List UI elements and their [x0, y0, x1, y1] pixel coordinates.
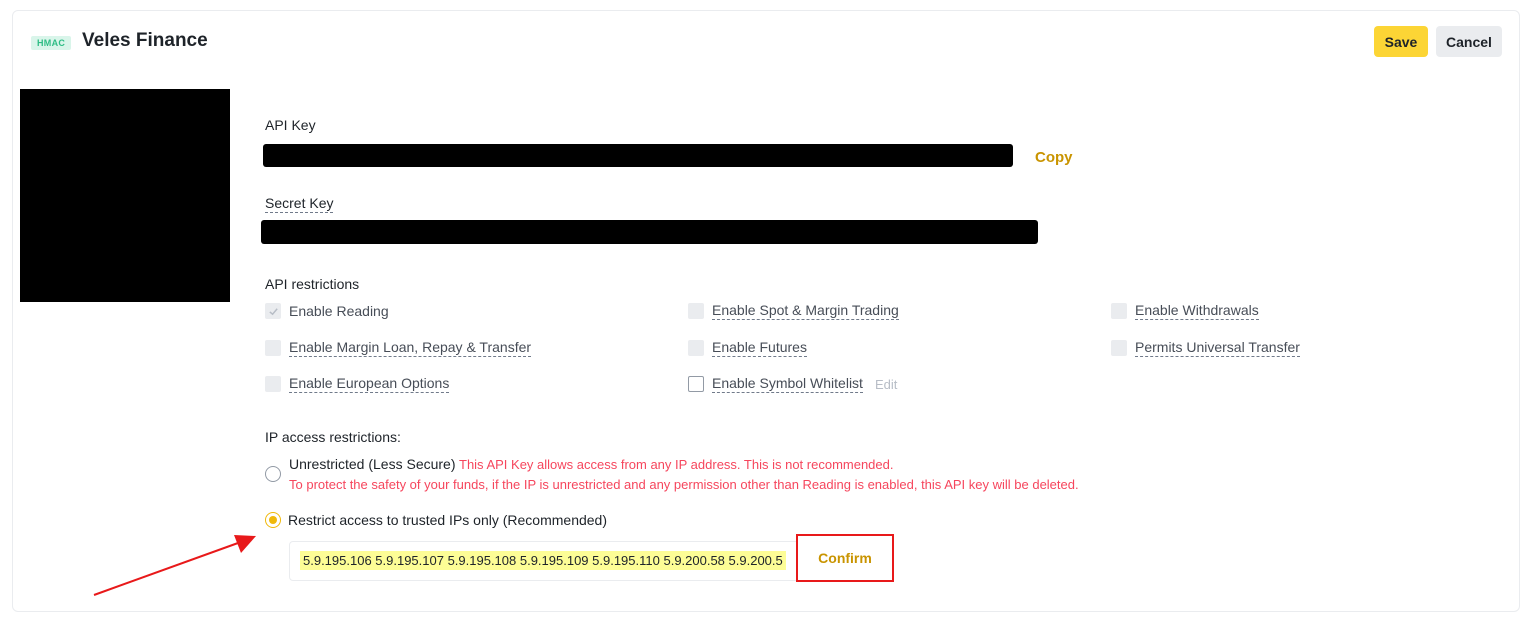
- confirm-ip-button[interactable]: Confirm: [796, 534, 894, 582]
- perm-enable-reading[interactable]: Enable Reading: [265, 301, 389, 321]
- checkbox[interactable]: [1111, 303, 1127, 319]
- perm-enable-futures[interactable]: Enable Futures: [688, 338, 807, 358]
- copy-api-key-button[interactable]: Copy: [1035, 149, 1073, 166]
- api-restrictions-title: API restrictions: [265, 276, 360, 292]
- perm-label: Enable Symbol Whitelist: [712, 375, 863, 393]
- perm-enable-spot-margin-trading[interactable]: Enable Spot & Margin Trading: [688, 301, 899, 321]
- perm-label: Enable European Options: [289, 375, 450, 393]
- api-key-title: Veles Finance: [82, 30, 208, 51]
- hmac-badge: HMAC: [31, 36, 72, 50]
- perm-enable-withdrawals[interactable]: Enable Withdrawals: [1111, 301, 1259, 321]
- checkbox[interactable]: [1111, 340, 1127, 356]
- secret-key-label: Secret Key: [265, 195, 334, 213]
- edit-whitelist-link[interactable]: Edit: [875, 377, 897, 392]
- unrestricted-warning: This API Key allows access from any IP a…: [459, 457, 894, 472]
- unrestricted-label[interactable]: Unrestricted (Less Secure): [289, 456, 456, 472]
- perm-label: Enable Reading: [289, 302, 389, 319]
- perm-enable-symbol-whitelist[interactable]: Enable Symbol Whitelist Edit: [688, 374, 897, 394]
- checkbox[interactable]: [688, 376, 704, 392]
- annotation-arrow-icon: [93, 535, 256, 596]
- perm-enable-european-options[interactable]: Enable European Options: [265, 374, 450, 394]
- perm-label: Enable Futures: [712, 339, 807, 357]
- api-key-value-redacted: [263, 144, 1013, 167]
- perm-enable-margin-loan[interactable]: Enable Margin Loan, Repay & Transfer: [265, 338, 532, 358]
- checkbox[interactable]: [265, 340, 281, 356]
- save-button[interactable]: Save: [1374, 26, 1428, 57]
- checkbox[interactable]: [265, 376, 281, 392]
- perm-label: Enable Margin Loan, Repay & Transfer: [289, 339, 532, 357]
- secret-key-value-redacted: [261, 220, 1038, 244]
- restricted-label[interactable]: Restrict access to trusted IPs only (Rec…: [288, 512, 607, 528]
- api-key-label: API Key: [265, 117, 316, 133]
- ip-restrictions-title: IP access restrictions:: [265, 429, 401, 445]
- unrestricted-warning-detail: To protect the safety of your funds, if …: [289, 477, 1079, 492]
- qr-code-redacted: [20, 89, 230, 302]
- perm-label: Enable Spot & Margin Trading: [712, 302, 899, 320]
- radio-unrestricted[interactable]: [265, 466, 281, 482]
- perm-label: Permits Universal Transfer: [1135, 339, 1300, 357]
- perm-label: Enable Withdrawals: [1135, 302, 1259, 320]
- cancel-button[interactable]: Cancel: [1436, 26, 1502, 57]
- checkbox[interactable]: [688, 340, 704, 356]
- checkbox[interactable]: [688, 303, 704, 319]
- perm-universal-transfer[interactable]: Permits Universal Transfer: [1111, 338, 1300, 358]
- ip-list-value: 5.9.195.106 5.9.195.107 5.9.195.108 5.9.…: [300, 551, 786, 570]
- check-icon[interactable]: [265, 303, 281, 319]
